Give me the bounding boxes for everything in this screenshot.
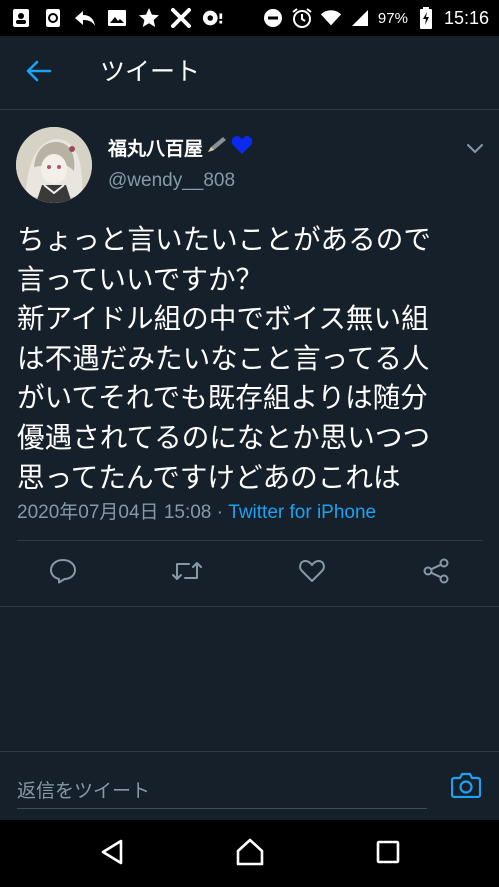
toggle-icon (202, 7, 224, 29)
home-icon (235, 838, 265, 870)
share-icon (422, 557, 450, 589)
tweet-meta: 2020年07月04日 15:08 · Twitter for iPhone (17, 497, 376, 524)
tweet-source-link[interactable]: Twitter for iPhone (228, 502, 376, 523)
camera-button[interactable] (450, 772, 482, 802)
battery-percent: 97% (377, 9, 408, 27)
image-icon (106, 7, 128, 29)
tweet-text-line: 優遇されてるのになとか思いつつ (17, 420, 431, 454)
tweet-text-line: 思ってたんですけどあのこれは (17, 460, 401, 494)
thread-divider (0, 606, 499, 607)
reply-bar (0, 751, 499, 820)
tweet-timestamp: 2020年07月04日 15:08 (17, 502, 212, 523)
do-not-disturb-icon (262, 7, 284, 29)
nav-back-button[interactable] (96, 838, 128, 870)
tweet-text-line: 言っていいですか？ (17, 262, 264, 296)
signal-icon (349, 7, 371, 29)
tweet-text-line: がいてそれでも既存組よりは随分 (17, 381, 428, 415)
page-title: ツイート (100, 57, 201, 86)
wifi-icon (320, 7, 342, 29)
reply-input[interactable] (17, 765, 427, 809)
tweet-text-line: ちょっと言いたいことがあるので (17, 223, 431, 256)
retweet-button[interactable] (172, 558, 202, 588)
contacts-icon (10, 7, 32, 29)
share-button[interactable] (421, 558, 451, 588)
reply-button[interactable] (48, 558, 78, 588)
back-arrow-icon (26, 60, 52, 86)
camera-icon (450, 772, 482, 802)
nav-home-button[interactable] (234, 838, 266, 870)
sync-icon (42, 7, 64, 29)
star-icon (138, 7, 160, 29)
recents-icon (376, 840, 400, 868)
author-name[interactable]: 福丸八百屋 (108, 134, 203, 161)
tweet-actions (0, 540, 499, 606)
tools-icon (170, 7, 192, 29)
author-handle[interactable]: @wendy__808 (108, 170, 235, 192)
reply-icon (49, 558, 77, 588)
alarm-icon (291, 7, 313, 29)
chevron-down-icon (466, 140, 484, 159)
status-bar-notifications (10, 6, 224, 30)
meta-separator: · (216, 502, 223, 523)
like-button[interactable] (297, 558, 327, 588)
heart-icon (298, 558, 326, 588)
tweet-text: ちょっと言いたいことがあるので 言っていいですか？ 新アイドル組の中でボイス無い… (17, 220, 487, 497)
tweet-text-line: 新アイドル組の中でボイス無い組 (17, 302, 429, 336)
blue-heart-icon (231, 135, 253, 159)
status-bar: 97% 15:16 (0, 0, 499, 36)
back-button[interactable] (24, 58, 54, 88)
navigation-bar (0, 820, 499, 887)
status-bar-system: 97% 15:16 (262, 6, 489, 30)
tweet-text-line: は不遇だみたいなこと言ってる人 (17, 341, 430, 375)
battery-charging-icon (415, 7, 437, 29)
avatar[interactable] (16, 127, 92, 203)
nav-recents-button[interactable] (372, 838, 404, 870)
triangle-back-icon (100, 839, 124, 869)
app-header: ツイート (0, 36, 499, 110)
author-name-row[interactable]: 福丸八百屋 (108, 134, 253, 160)
pencil-icon (206, 136, 228, 158)
retweet-icon (171, 559, 203, 587)
clock: 15:16 (443, 7, 489, 28)
more-options-button[interactable] (462, 136, 488, 162)
reply-arrow-icon (74, 7, 96, 29)
